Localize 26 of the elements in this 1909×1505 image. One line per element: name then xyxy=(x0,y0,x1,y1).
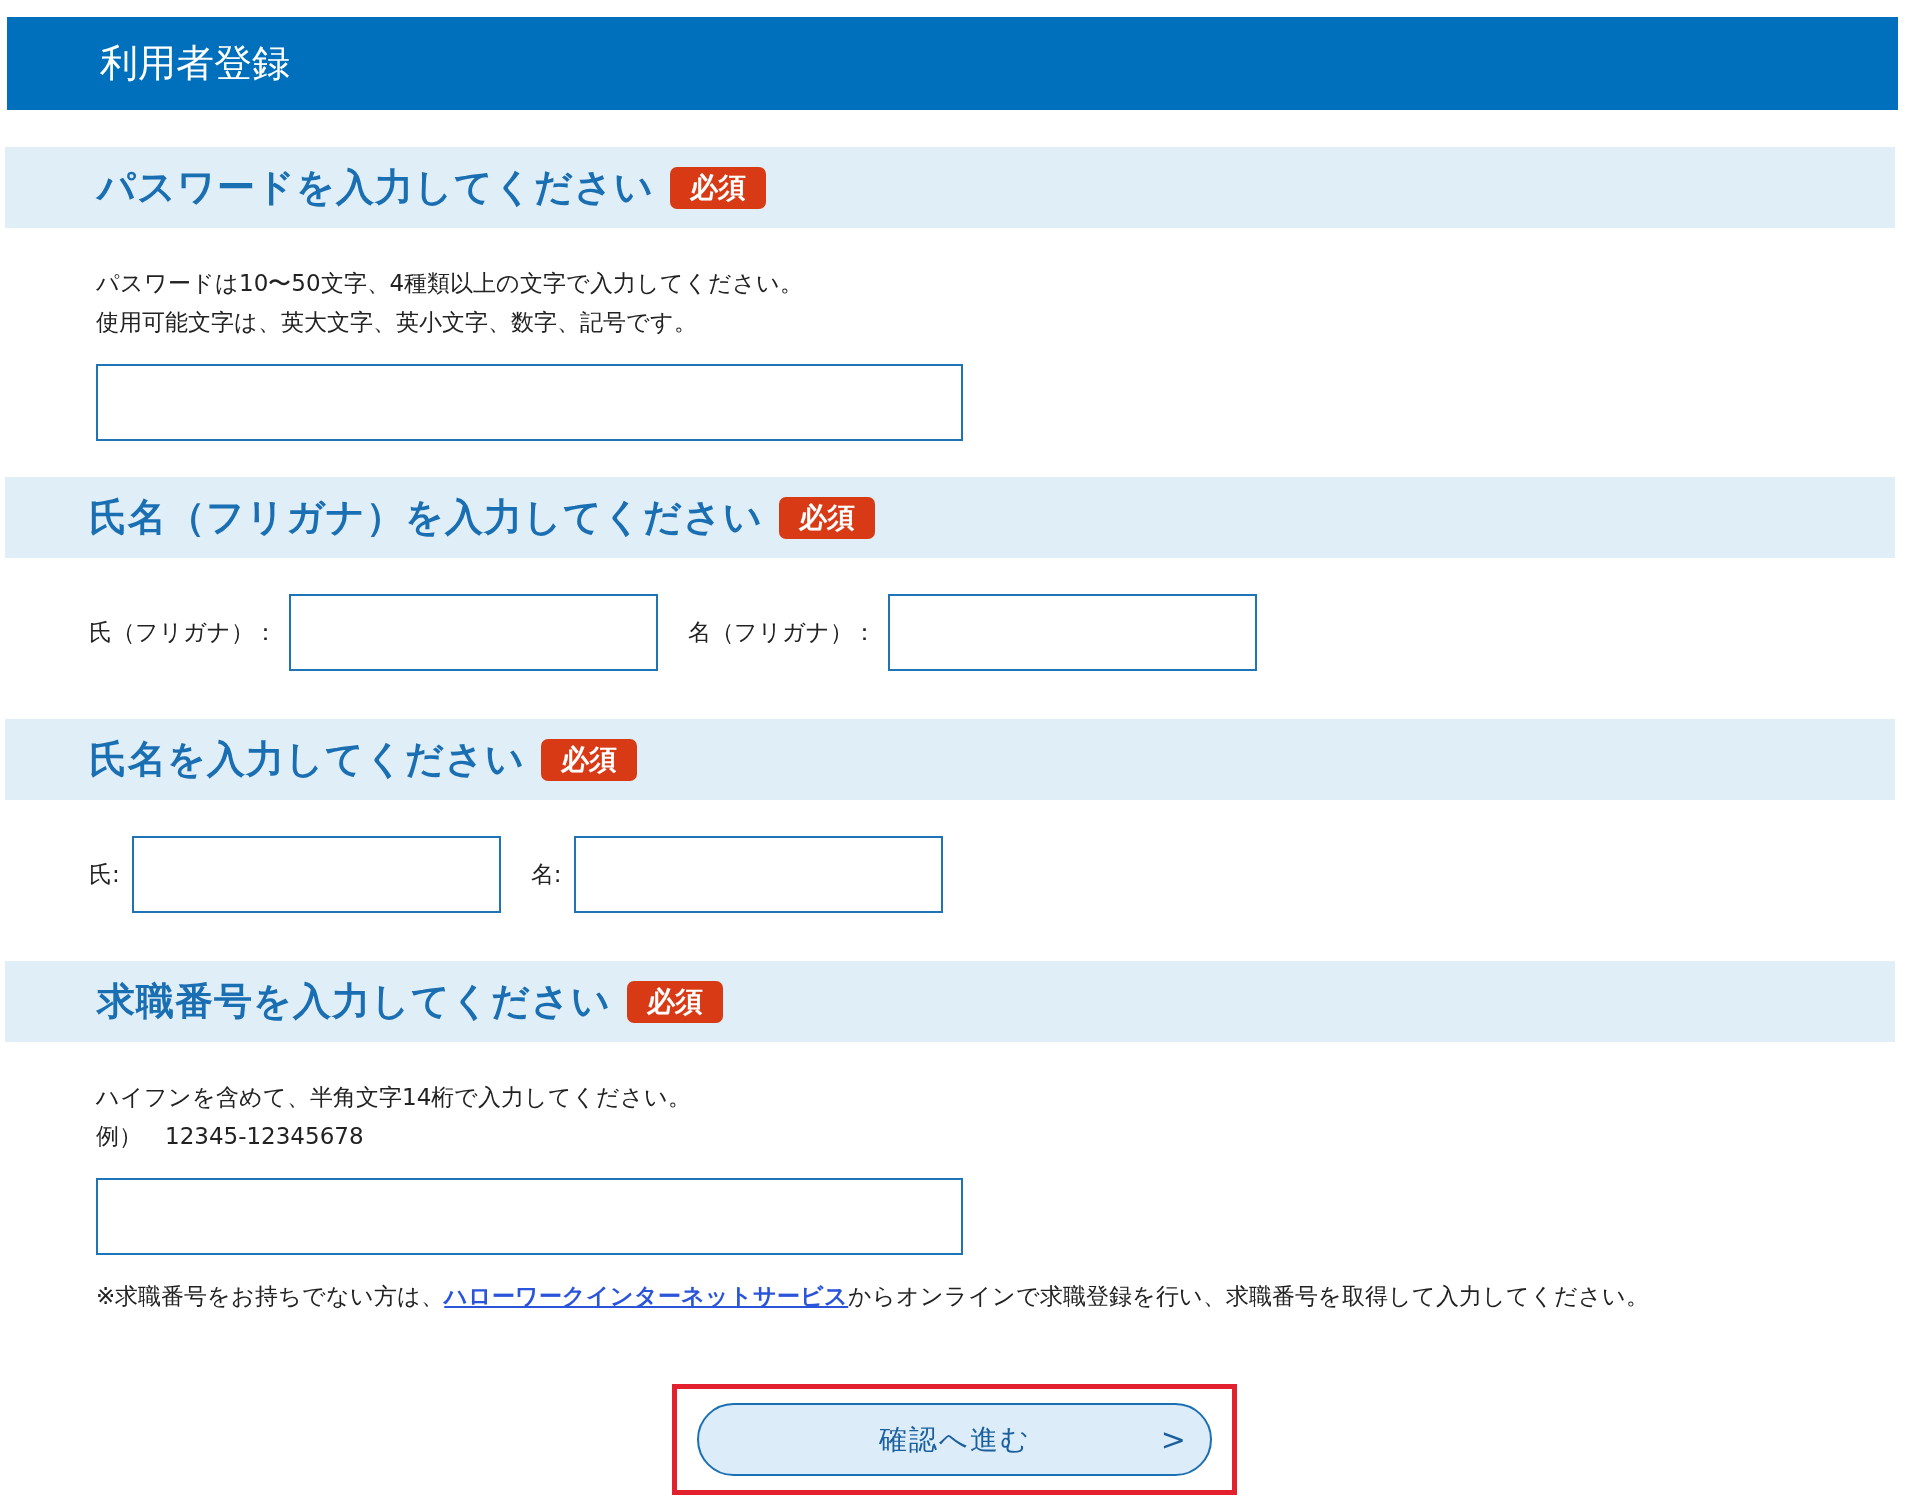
input-field[interactable] xyxy=(131,836,501,913)
field-label: 氏: xyxy=(89,860,120,889)
instruction-text: 使用可能文字は、英大文字、英小文字、数字、記号です。 xyxy=(96,308,698,337)
field-label: 氏（フリガナ）： xyxy=(89,618,277,647)
instruction-text: パスワードは10〜50文字、4種類以上の文字で入力してください。 xyxy=(96,269,805,298)
section-heading: 氏名（フリガナ）を入力してください xyxy=(89,494,763,541)
input-field[interactable] xyxy=(289,594,658,671)
footnote-text: ※求職番号をお持ちでない方は、ハローワークインターネットサービスからオンラインで求職登録を行い、求職番号を取得して入力してください。 xyxy=(96,1282,1651,1311)
input-field[interactable] xyxy=(888,594,1257,671)
page-title: 利用者登録 xyxy=(100,40,290,87)
required-badge: 必須 xyxy=(670,166,766,209)
instruction-text: ハイフンを含めて、半角文字14桁で入力してください。 xyxy=(96,1083,693,1112)
required-badge: 必須 xyxy=(779,496,875,539)
confirm-button[interactable]: 確認へ進む > xyxy=(697,1403,1212,1476)
section-heading: パスワードを入力してください xyxy=(97,164,654,211)
required-badge: 必須 xyxy=(541,738,637,781)
input-field[interactable] xyxy=(573,836,943,913)
field-label: 名（フリガナ）： xyxy=(688,618,876,647)
section-heading: 氏名を入力してください xyxy=(89,736,525,783)
input-field[interactable] xyxy=(96,364,963,441)
section-heading: 求職番号を入力してください xyxy=(97,978,611,1025)
field-label: 名: xyxy=(530,860,562,889)
required-badge: 必須 xyxy=(627,980,723,1023)
instruction-text: 例） 12345-12345678 xyxy=(96,1122,365,1151)
input-field[interactable] xyxy=(96,1178,963,1255)
service-link[interactable]: ハローワークインターネットサービス xyxy=(444,1283,849,1309)
